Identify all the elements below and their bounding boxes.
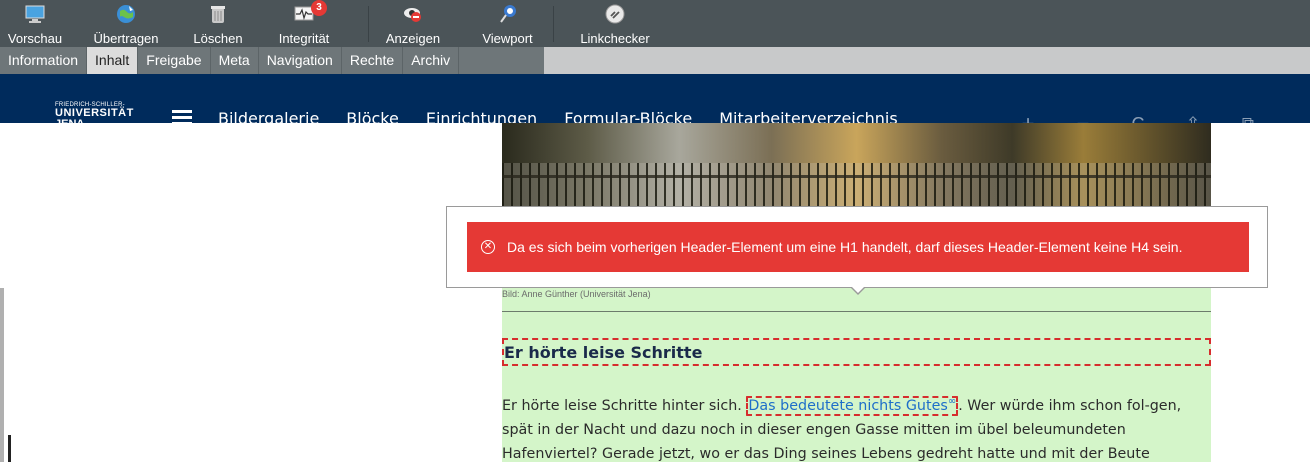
nav-bildergalerie[interactable]: Bildergalerie <box>218 109 319 128</box>
tab-meta[interactable]: Meta <box>211 47 259 74</box>
nav-bloecke[interactable]: Blöcke <box>346 109 399 128</box>
viewport-pin-icon <box>497 3 519 25</box>
tab-navigation[interactable]: Navigation <box>259 47 342 74</box>
trash-icon <box>207 3 229 25</box>
copy-icon[interactable]: ⧉ <box>1226 104 1270 148</box>
viewport-button[interactable]: Viewport <box>470 0 545 47</box>
error-message: Da es sich beim vorherigen Header-Elemen… <box>507 239 1183 255</box>
show-label: Anzeigen <box>385 31 441 46</box>
error-circle-icon: ✕ <box>481 240 495 254</box>
tab-information[interactable]: Information <box>0 47 88 74</box>
preview-label: Vorschau <box>7 31 63 46</box>
integrity-badge: 3 <box>311 0 327 16</box>
left-edge-marker <box>8 435 11 462</box>
flagged-heading-block[interactable]: Er hörte leise Schritte <box>502 338 1211 366</box>
toolbar-divider <box>553 6 554 42</box>
header-image <box>502 123 1211 206</box>
external-link-icon: ∞ <box>947 396 957 407</box>
integrity-label: Integrität <box>278 31 330 46</box>
tab-archive[interactable]: Archiv <box>403 47 460 74</box>
globe-icon <box>115 3 137 25</box>
monitor-icon <box>24 3 46 25</box>
validation-error: ✕ Da es sich beim vorherigen Header-Elem… <box>467 222 1249 272</box>
delete-button[interactable]: Löschen <box>183 0 253 47</box>
linkchecker-button[interactable]: Linkchecker <box>565 0 665 47</box>
preview-button[interactable]: Vorschau <box>4 0 66 47</box>
delete-label: Löschen <box>193 31 243 46</box>
university-logo-text[interactable]: FRIEDRICH-SCHILLER- UNIVERSITÄT JENA <box>55 102 134 130</box>
tab-release[interactable]: Freigabe <box>138 47 211 74</box>
publish-button[interactable]: Übertragen <box>86 0 166 47</box>
tab-rights[interactable]: Rechte <box>342 47 404 74</box>
left-scroll-edge <box>0 288 4 462</box>
publish-label: Übertragen <box>93 31 159 46</box>
fence-graphic <box>502 163 1211 206</box>
eye-icon <box>402 3 424 25</box>
linkchecker-label: Linkchecker <box>580 31 650 46</box>
page-heading: Er hörte leise Schritte <box>504 343 703 362</box>
show-button[interactable]: Anzeigen <box>373 0 453 47</box>
inline-link[interactable]: Das bedeutete nichts Gutes∞ <box>746 395 959 416</box>
toolbar-divider <box>368 6 369 42</box>
viewport-label: Viewport <box>482 31 533 46</box>
image-caption: Bild: Anne Günther (Universität Jena) <box>502 289 651 299</box>
integrity-button[interactable]: 3 Integrität <box>264 0 344 47</box>
body-paragraph: Er hörte leise Schritte hinter sich. Das… <box>502 395 1182 462</box>
caption-divider <box>502 311 1211 312</box>
pulse-monitor-icon: 3 <box>293 0 327 25</box>
editor-tabs: Information Inhalt Freigabe Meta Navigat… <box>0 47 1310 74</box>
tab-content[interactable]: Inhalt <box>87 47 139 74</box>
link-check-icon <box>604 3 626 25</box>
editor-toolbar: Vorschau Übertragen Löschen 3 Integrität… <box>0 0 1310 47</box>
hamburger-menu-icon[interactable] <box>172 110 192 125</box>
